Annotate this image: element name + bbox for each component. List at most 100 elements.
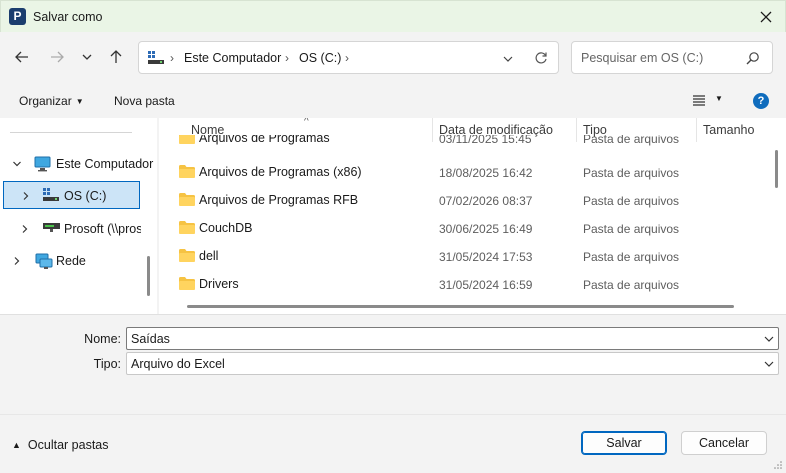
file-type: Pasta de arquivos bbox=[583, 135, 680, 146]
breadcrumb-os-c[interactable]: OS (C:) bbox=[299, 51, 341, 65]
organize-label: Organizar bbox=[19, 94, 72, 108]
table-row[interactable]: Arquivos de Programas RFB 07/02/2026 08:… bbox=[159, 187, 769, 215]
file-list-viewport: ^ Nome Data de modificação Tipo Tamanho … bbox=[159, 118, 769, 298]
table-row[interactable]: CouchDB 30/06/2025 16:49 Pasta de arquiv… bbox=[159, 215, 769, 243]
resize-grip-icon[interactable] bbox=[774, 461, 782, 469]
arrow-right-icon bbox=[51, 51, 64, 63]
tree-item-rede[interactable]: Rede bbox=[0, 247, 141, 275]
back-button[interactable] bbox=[11, 46, 33, 68]
chevron-right-icon[interactable] bbox=[12, 256, 22, 266]
row-content: Arquivos de Programas 03/11/2025 15:45 P… bbox=[159, 135, 769, 153]
breadcrumb-separator: › bbox=[285, 51, 289, 65]
forward-button[interactable] bbox=[46, 46, 68, 68]
network-icon bbox=[35, 253, 53, 269]
chevron-up-icon: ▲ bbox=[12, 440, 21, 450]
chevron-down-icon[interactable] bbox=[12, 159, 22, 169]
file-name: CouchDB bbox=[199, 221, 253, 235]
tree-item-este-computador[interactable]: Este Computador bbox=[0, 150, 153, 178]
network-drive-icon bbox=[43, 223, 60, 232]
folder-icon bbox=[179, 165, 195, 178]
hide-folders-label: Ocultar pastas bbox=[27, 438, 109, 452]
breadcrumb-separator: › bbox=[345, 51, 349, 65]
tree-item-os-c[interactable]: OS (C:) bbox=[3, 181, 140, 209]
refresh-icon[interactable] bbox=[534, 51, 548, 65]
caret-down-icon: ▼ bbox=[75, 97, 84, 106]
filename-label: Nome: bbox=[84, 332, 121, 346]
filename-value: Saídas bbox=[131, 332, 170, 346]
tree-item-label: Prosoft (\\prosoft) bbox=[64, 222, 141, 236]
folder-icon bbox=[179, 221, 195, 234]
title-bar: P Salvar como bbox=[0, 0, 786, 32]
help-button[interactable]: ? bbox=[753, 93, 769, 109]
folder-icon bbox=[179, 277, 195, 290]
dialog-footer: ▲ Ocultar pastas Salvar Cancelar bbox=[0, 414, 786, 473]
breadcrumb-separator: › bbox=[170, 51, 174, 65]
file-type: Pasta de arquivos bbox=[583, 278, 680, 292]
chevron-down-icon[interactable] bbox=[502, 54, 514, 64]
folder-icon bbox=[179, 193, 195, 206]
close-icon bbox=[760, 11, 772, 23]
file-date: 03/11/2025 15:45 bbox=[439, 135, 532, 146]
filetype-value: Arquivo do Excel bbox=[131, 357, 225, 371]
hide-folders-button[interactable]: ▲ Ocultar pastas bbox=[12, 438, 109, 452]
address-bar[interactable]: › Este Computador › OS (C:) › bbox=[138, 41, 559, 74]
sort-ascending-icon: ^ bbox=[304, 118, 309, 127]
up-button[interactable] bbox=[105, 46, 127, 68]
file-type: Pasta de arquivos bbox=[583, 250, 680, 264]
filetype-select[interactable]: Arquivo do Excel bbox=[126, 352, 779, 375]
vertical-scrollbar[interactable] bbox=[775, 150, 778, 188]
new-folder-button[interactable]: Nova pasta bbox=[114, 94, 175, 108]
search-placeholder: Pesquisar em OS (C:) bbox=[581, 51, 704, 65]
caret-down-icon[interactable]: ▼ bbox=[715, 94, 723, 103]
folder-icon bbox=[179, 249, 195, 262]
table-row[interactable]: dell 31/05/2024 17:53 Pasta de arquivos bbox=[159, 243, 769, 271]
cancel-button[interactable]: Cancelar bbox=[681, 431, 767, 455]
filetype-label: Tipo: bbox=[93, 357, 121, 371]
file-list: ^ Nome Data de modificação Tipo Tamanho … bbox=[159, 118, 786, 314]
tree-item-label: Este Computador bbox=[56, 157, 154, 171]
navigation-bar: › Este Computador › OS (C:) › Pesquisar … bbox=[0, 32, 786, 84]
file-type: Pasta de arquivos bbox=[583, 222, 680, 236]
chevron-down-icon bbox=[82, 54, 92, 60]
file-date: 31/05/2024 16:59 bbox=[439, 278, 533, 292]
file-name: dell bbox=[199, 249, 219, 263]
chevron-right-icon[interactable] bbox=[20, 224, 30, 234]
breadcrumb-este-computador[interactable]: Este Computador bbox=[184, 51, 281, 65]
file-name: Drivers bbox=[199, 277, 239, 291]
chevron-down-icon[interactable] bbox=[764, 335, 774, 343]
command-bar: Organizar ▼ Nova pasta ▼ bbox=[0, 84, 786, 118]
file-type: Pasta de arquivos bbox=[583, 166, 680, 180]
drive-icon bbox=[148, 51, 164, 64]
file-name: Arquivos de Programas bbox=[199, 135, 330, 145]
table-row[interactable]: Arquivos de Programas (x86) 18/08/2025 1… bbox=[159, 159, 769, 187]
file-type: Pasta de arquivos bbox=[583, 194, 680, 208]
view-list-icon[interactable] bbox=[692, 94, 706, 106]
tree-item-prosoft[interactable]: Prosoft (\\prosoft) bbox=[0, 215, 141, 243]
scrollbar[interactable] bbox=[147, 256, 150, 296]
horizontal-scrollbar[interactable] bbox=[187, 305, 734, 308]
filename-field[interactable]: Saídas bbox=[126, 327, 779, 350]
table-row[interactable]: Drivers 31/05/2024 16:59 Pasta de arquiv… bbox=[159, 271, 769, 298]
organize-button[interactable]: Organizar ▼ bbox=[19, 94, 84, 108]
tree-item-label: Rede bbox=[56, 254, 86, 268]
arrow-up-icon bbox=[110, 50, 122, 63]
close-button[interactable] bbox=[747, 1, 785, 33]
chevron-right-icon[interactable] bbox=[21, 191, 31, 201]
drive-icon bbox=[43, 188, 59, 201]
recent-locations-button[interactable] bbox=[76, 46, 98, 68]
save-form: Nome: Saídas Tipo: Arquivo do Excel bbox=[0, 314, 786, 414]
window-title: Salvar como bbox=[33, 10, 103, 24]
navigation-pane: Este Computador OS (C:) Prosoft (\\proso… bbox=[0, 118, 157, 314]
divider bbox=[10, 132, 132, 133]
file-name: Arquivos de Programas (x86) bbox=[199, 165, 362, 179]
folder-icon bbox=[179, 135, 195, 144]
file-date: 18/08/2025 16:42 bbox=[439, 166, 533, 180]
search-input[interactable]: Pesquisar em OS (C:) bbox=[571, 41, 773, 74]
search-icon bbox=[746, 52, 759, 65]
table-row[interactable]: Arquivos de Programas 03/11/2025 15:45 P… bbox=[159, 135, 769, 155]
pc-icon bbox=[34, 156, 51, 172]
chevron-down-icon[interactable] bbox=[764, 360, 774, 368]
tree-item-label: OS (C:) bbox=[64, 189, 107, 203]
save-button[interactable]: Salvar bbox=[581, 431, 667, 455]
file-date: 30/06/2025 16:49 bbox=[439, 222, 533, 236]
